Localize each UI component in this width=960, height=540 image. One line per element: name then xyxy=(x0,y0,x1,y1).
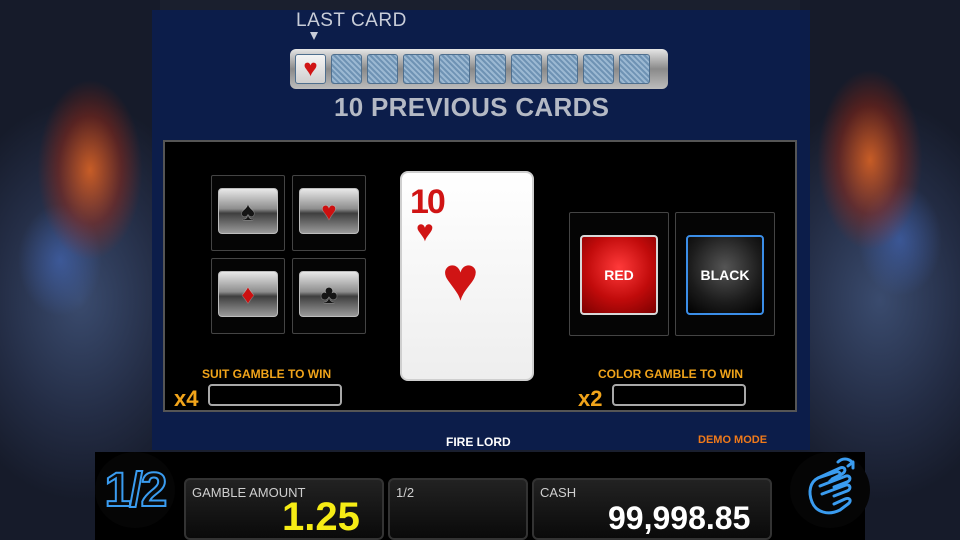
suit-gamble-win-box xyxy=(208,384,342,406)
suit-slot-heart: ♥ xyxy=(292,175,366,251)
cash-value: 99,998.85 xyxy=(608,500,751,536)
half-gamble-label: 1/2 xyxy=(104,463,169,518)
last-card-arrow-icon xyxy=(310,32,318,40)
history-card-10 xyxy=(619,54,650,84)
gamble-amount-value: 1.25 xyxy=(282,495,360,539)
game-title: FIRE LORD xyxy=(446,435,511,449)
color-slot-black: BLACK xyxy=(675,212,775,336)
color-gamble-multiplier: x2 xyxy=(578,386,603,411)
suit-slot-spade: ♠ xyxy=(211,175,285,251)
spade-button[interactable]: ♠ xyxy=(218,188,278,234)
history-card-1: ♥ xyxy=(295,54,326,84)
diamond-icon: ♦ xyxy=(241,279,255,309)
color-gamble-win-box xyxy=(612,384,746,406)
color-gamble-label: COLOR GAMBLE TO WIN xyxy=(598,367,744,381)
spade-icon: ♠ xyxy=(241,196,255,226)
history-card-3 xyxy=(367,54,398,84)
history-card-8 xyxy=(547,54,578,84)
history-card-7 xyxy=(511,54,542,84)
demo-mode-label: DEMO MODE xyxy=(698,434,768,446)
current-card: 10 ♥ ♥ xyxy=(400,171,534,381)
cash-label: CASH xyxy=(540,485,577,500)
card-corner-heart-icon: ♥ xyxy=(416,215,434,248)
previous-cards-label: 10 PREVIOUS CARDS xyxy=(334,92,610,122)
club-icon: ♣ xyxy=(320,279,338,309)
black-button[interactable]: BLACK xyxy=(686,235,764,315)
half-gamble-button[interactable]: 1/2 xyxy=(95,452,175,528)
club-button[interactable]: ♣ xyxy=(299,271,359,317)
suit-slot-club: ♣ xyxy=(292,258,366,334)
card-center-heart-icon: ♥ xyxy=(442,245,479,314)
hand-icon xyxy=(808,457,855,515)
diamond-button[interactable]: ♦ xyxy=(218,271,278,317)
history-card-6 xyxy=(475,54,506,84)
heart-icon: ♥ xyxy=(321,196,337,226)
card-history-bar: ♥ xyxy=(290,49,668,89)
collect-button[interactable] xyxy=(790,452,870,528)
red-button[interactable]: RED xyxy=(580,235,658,315)
history-card-2 xyxy=(331,54,362,84)
half-field: 1/2 xyxy=(388,478,528,540)
suit-gamble-multiplier: x4 xyxy=(174,386,199,411)
heart-button[interactable]: ♥ xyxy=(299,188,359,234)
last-card-label: LAST CARD xyxy=(296,10,407,31)
suit-slot-diamond: ♦ xyxy=(211,258,285,334)
suit-gamble-label: SUIT GAMBLE TO WIN xyxy=(202,367,332,381)
history-card-5 xyxy=(439,54,470,84)
history-card-4 xyxy=(403,54,434,84)
color-slot-red: RED xyxy=(569,212,669,336)
history-card-9 xyxy=(583,54,614,84)
half-field-label: 1/2 xyxy=(396,485,415,500)
